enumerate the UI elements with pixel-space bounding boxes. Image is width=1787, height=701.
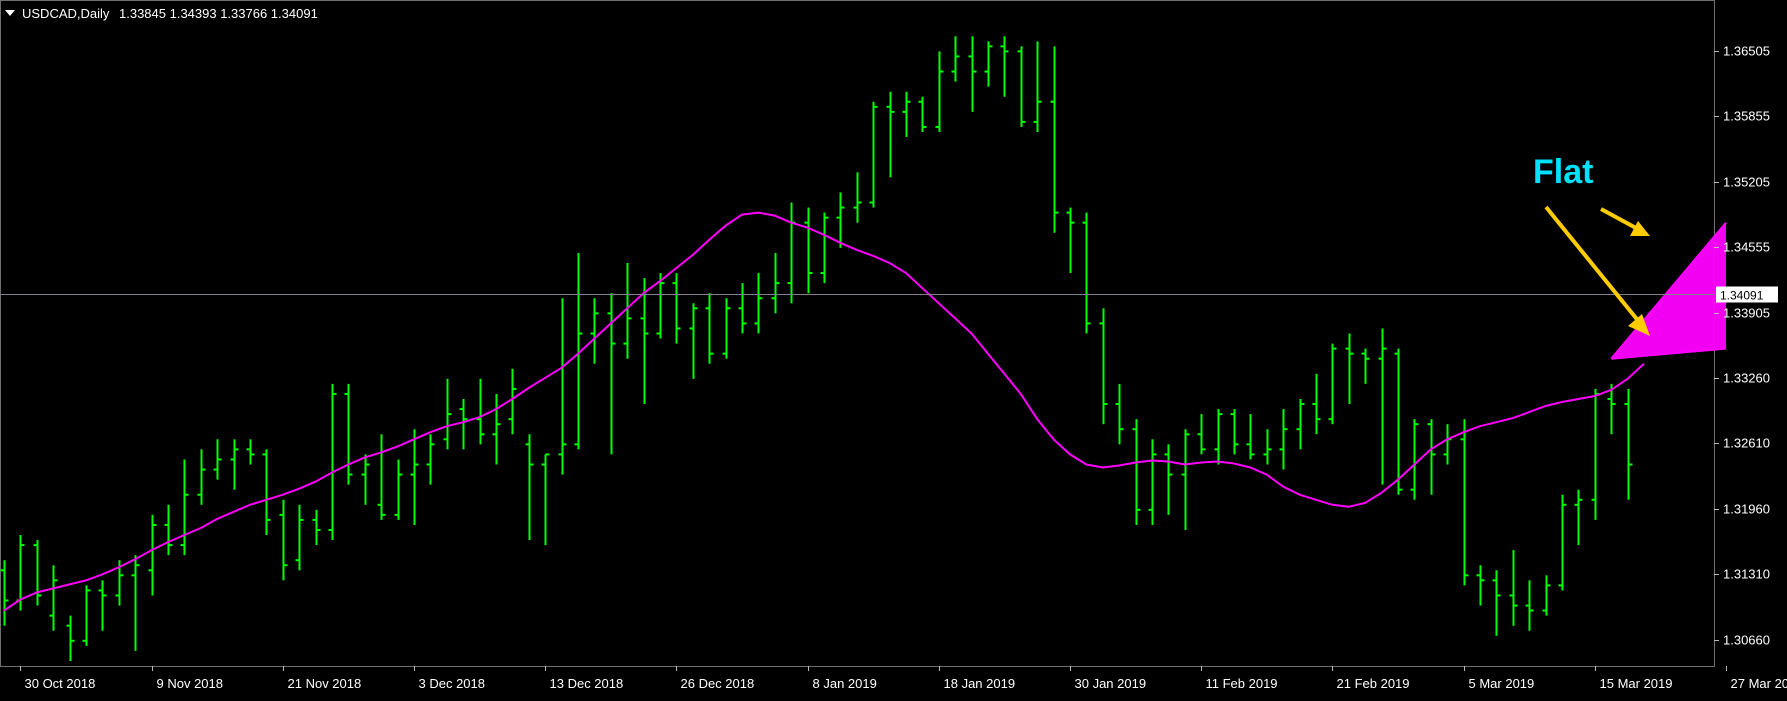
y-tick-label: 1.33905 [1723, 306, 1770, 321]
x-tick-label: 9 Nov 2018 [157, 676, 224, 691]
x-tick-label: 30 Jan 2019 [1075, 676, 1147, 691]
y-tick-label: 1.35205 [1723, 175, 1770, 190]
y-tick-label: 1.31310 [1723, 567, 1770, 582]
x-tick-label: 15 Mar 2019 [1600, 676, 1673, 691]
x-tick-label: 26 Dec 2018 [681, 676, 755, 691]
y-tick-label: 1.36505 [1723, 44, 1770, 59]
x-tick-label: 30 Oct 2018 [25, 676, 96, 691]
x-tick-label: 21 Nov 2018 [288, 676, 362, 691]
y-tick-label: 1.33260 [1723, 371, 1770, 386]
y-tick-label: 1.35855 [1723, 109, 1770, 124]
y-tick-label: 1.31960 [1723, 502, 1770, 517]
y-tick-label: 1.30660 [1723, 633, 1770, 648]
chart-header[interactable]: USDCAD,Daily 1.33845 1.34393 1.33766 1.3… [5, 6, 318, 21]
x-tick-label: 21 Feb 2019 [1337, 676, 1410, 691]
symbol-label: USDCAD,Daily [22, 6, 110, 21]
flat-annotation-label: Flat [1533, 153, 1593, 191]
ohlc-values: 1.33845 1.34393 1.33766 1.34091 [119, 6, 318, 21]
x-tick-label: 8 Jan 2019 [813, 676, 877, 691]
chart-window[interactable]: 1.34091 1.36505 1.35855 1.35205 1.34555 1.33… [0, 0, 1787, 696]
x-tick-label: 11 Feb 2019 [1206, 676, 1278, 691]
current-price-label: 1.34091 [1720, 289, 1764, 303]
x-tick-label: 27 Mar 2019 [1731, 676, 1787, 691]
x-tick-label: 3 Dec 2018 [419, 676, 486, 691]
y-tick-label: 1.32610 [1723, 436, 1770, 451]
x-tick-label: 5 Mar 2019 [1469, 676, 1535, 691]
chart-background [0, 0, 1787, 696]
price-chart[interactable]: 1.34091 1.36505 1.35855 1.35205 1.34555 1.33… [0, 0, 1787, 696]
x-tick-label: 13 Dec 2018 [550, 676, 624, 691]
x-tick-label: 18 Jan 2019 [944, 676, 1016, 691]
y-tick-label: 1.34555 [1723, 240, 1770, 255]
